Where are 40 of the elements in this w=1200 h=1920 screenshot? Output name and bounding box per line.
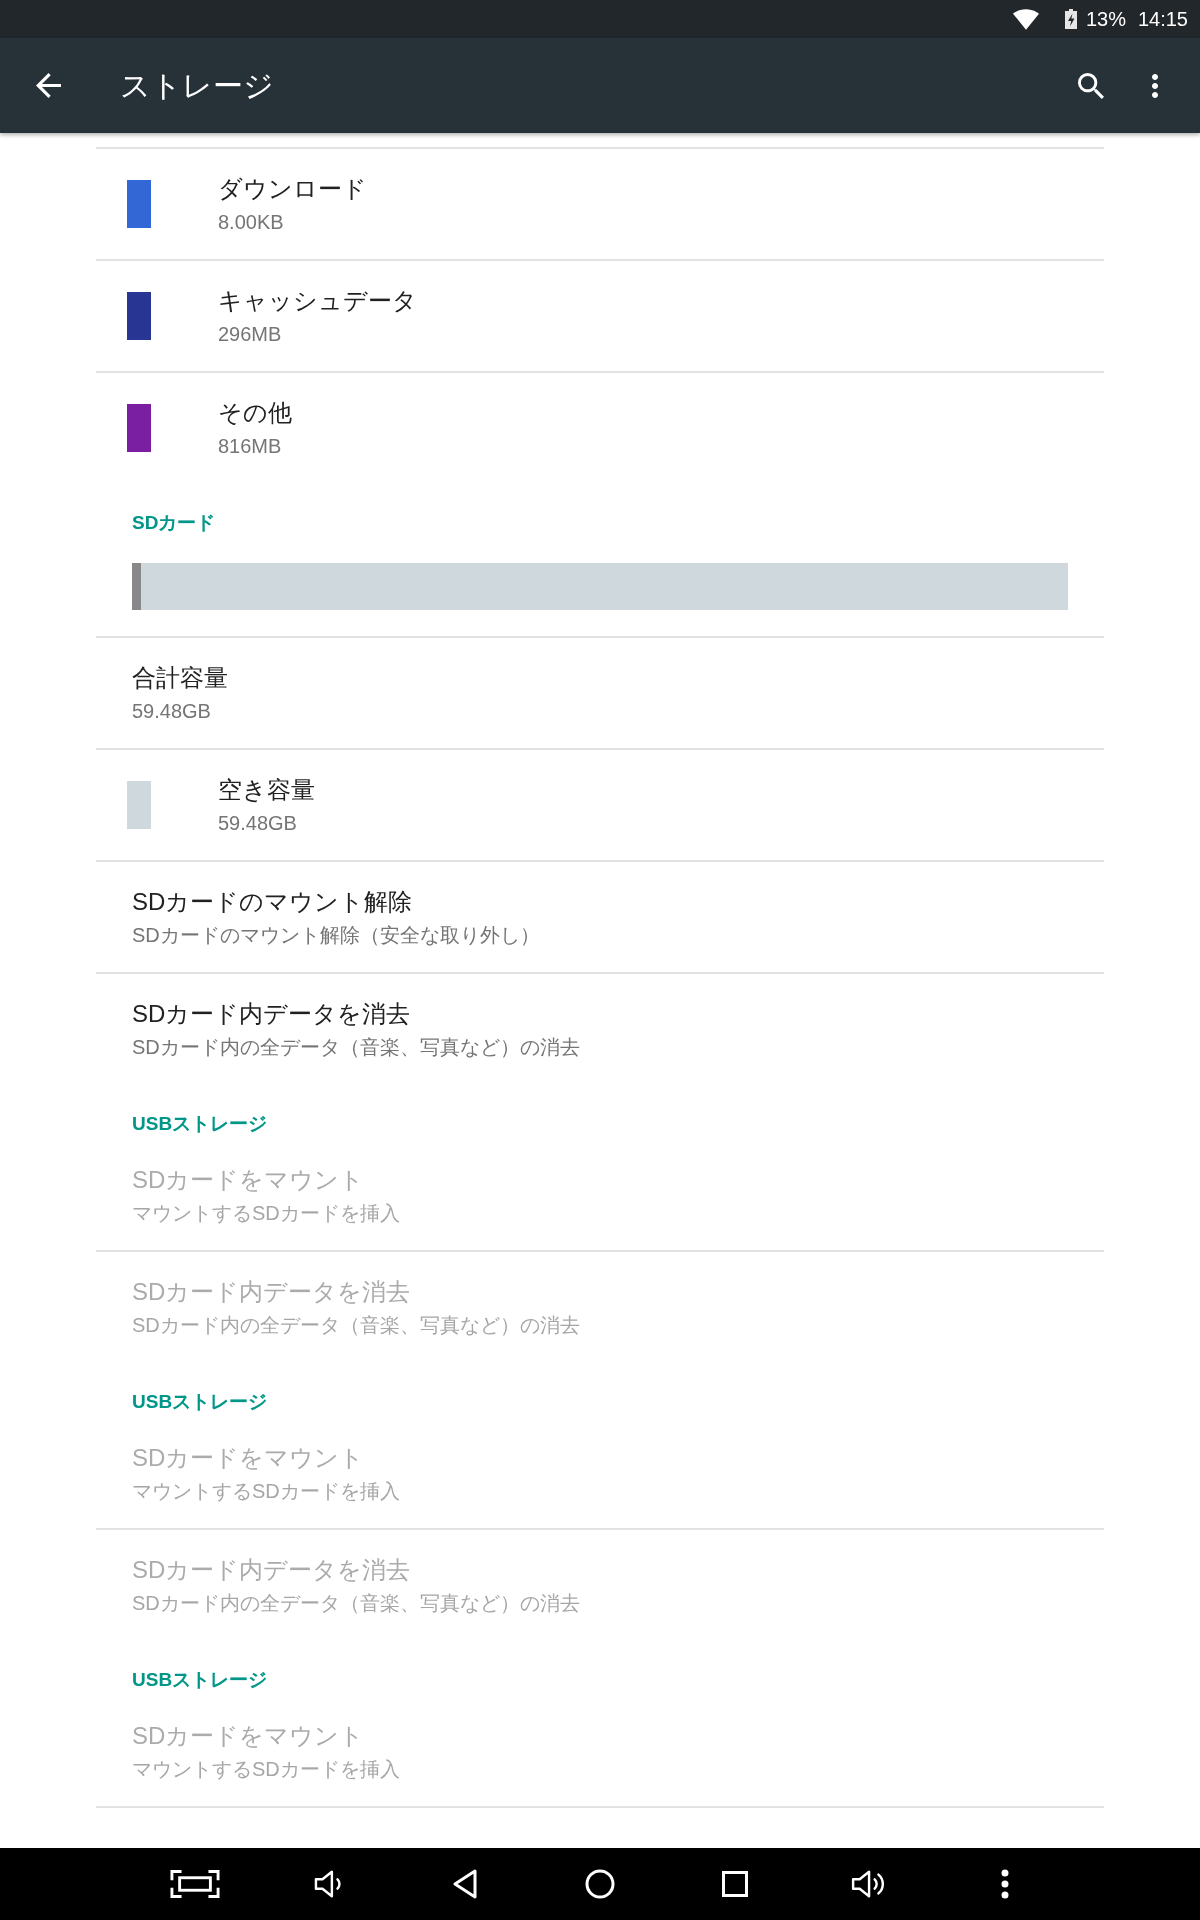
item-summary: マウントするSDカードを挿入 — [132, 1200, 400, 1226]
clock: 14:15 — [1137, 7, 1188, 31]
item-summary: 296MB — [218, 321, 282, 347]
item-title: SDカード内データを消去 — [132, 1554, 411, 1585]
back-icon — [452, 1869, 478, 1899]
section-header: USBストレージ — [132, 1390, 268, 1414]
item-title: SDカードをマウント — [132, 1720, 365, 1751]
wifi-icon — [1012, 8, 1039, 30]
back-icon — [35, 73, 61, 98]
item-title: SDカード内データを消去 — [132, 998, 411, 1029]
item-title: 合計容量 — [132, 662, 228, 693]
item-title: SDカードのマウント解除 — [132, 886, 413, 917]
item-summary: SDカード内の全データ（音楽、写真など）の消去 — [132, 1312, 580, 1338]
item-summary: 816MB — [218, 433, 282, 459]
item-summary: 59.48GB — [132, 698, 211, 724]
more-icon — [1152, 73, 1158, 98]
item-summary: 59.48GB — [218, 810, 297, 836]
recents-icon — [722, 1871, 748, 1897]
item-title: ダウンロード — [218, 173, 367, 204]
item-title: SDカードをマウント — [132, 1442, 365, 1473]
page-title: ストレージ — [120, 67, 274, 104]
item-title: 空き容量 — [218, 774, 315, 805]
item-summary: マウントするSDカードを挿入 — [132, 1478, 400, 1504]
more-icon — [1001, 1869, 1009, 1899]
home-icon — [585, 1869, 615, 1899]
section-header: USBストレージ — [132, 1112, 268, 1136]
item-title: キャッシュデータ — [218, 285, 417, 316]
item-summary: SDカード内の全データ（音楽、写真など）の消去 — [132, 1590, 580, 1616]
section-header: SDカード — [132, 511, 216, 535]
capture-frame-icon — [170, 1869, 220, 1899]
item-summary: SDカードのマウント解除（安全な取り外し） — [132, 922, 540, 948]
battery-percent: 13% — [1085, 7, 1126, 31]
item-title: その他 — [218, 397, 292, 428]
item-summary: 8.00KB — [218, 209, 284, 235]
item-title: SDカード内データを消去 — [132, 1276, 411, 1307]
section-header: USBストレージ — [132, 1668, 268, 1692]
item-title: SDカードをマウント — [132, 1164, 365, 1195]
item-summary: SDカード内の全データ（音楽、写真など）の消去 — [132, 1034, 580, 1060]
search-icon — [1078, 72, 1104, 99]
item-summary: マウントするSDカードを挿入 — [132, 1756, 400, 1782]
